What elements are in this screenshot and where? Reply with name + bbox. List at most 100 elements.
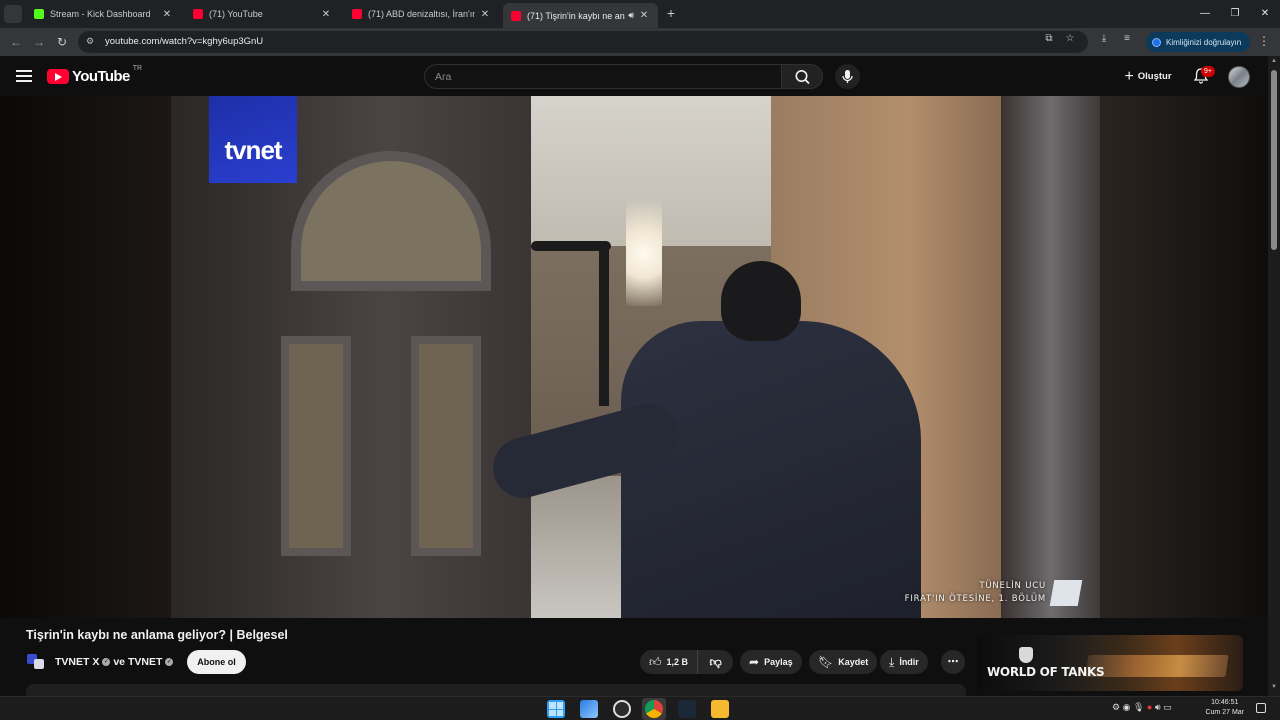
close-icon[interactable]: ✕: [161, 9, 173, 20]
chrome-icon[interactable]: [645, 700, 663, 718]
scene-person: [486, 261, 921, 618]
new-tab-button[interactable]: +: [663, 5, 679, 21]
windows-start-icon[interactable]: [547, 700, 565, 718]
install-app-icon[interactable]: ⧉: [1043, 33, 1055, 45]
youtube-wordmark: YouTube: [72, 68, 130, 85]
windows-taskbar: ⚙︎ ◉ 🎙︎ ● 🔊︎ ▭ 10:46:51 Cum 27 Mar: [0, 696, 1280, 720]
save-label: Kaydet: [838, 657, 869, 667]
microphone-icon: [842, 70, 853, 83]
site-info-icon[interactable]: ⚙︎: [86, 36, 98, 48]
kick-icon: [34, 9, 44, 19]
scrollbar-thumb[interactable]: [1271, 70, 1277, 250]
ambient-glow-right: [1100, 96, 1268, 618]
steam-icon[interactable]: [678, 700, 696, 718]
antivirus-tray-icon[interactable]: ◉: [1123, 702, 1131, 712]
kick-app-icon[interactable]: [711, 700, 729, 718]
minimize-icon[interactable]: —: [1190, 0, 1220, 28]
youtube-play-icon: [47, 69, 69, 84]
display-tray-icon[interactable]: ▭: [1163, 702, 1172, 712]
bookmark-icon: 🔖︎: [818, 655, 834, 669]
share-label: Paylaş: [764, 657, 793, 667]
url-text[interactable]: youtube.com/watch?v=kghy6up3GnU: [105, 36, 263, 47]
search-box: [424, 64, 782, 89]
speaker-tray-icon[interactable]: 🔊︎: [1155, 702, 1161, 712]
search-input[interactable]: [425, 65, 781, 88]
file-explorer-icon[interactable]: [580, 700, 598, 718]
tab-tisrin-video[interactable]: (71) Tişrin'in kaybı ne anlam 🔊︎ ✕: [503, 3, 658, 28]
tab-search-button[interactable]: [4, 5, 22, 23]
youtube-icon: [511, 10, 521, 21]
media-control-icon[interactable]: ≡: [1121, 33, 1133, 45]
dislike-button[interactable]: 👎︎: [698, 650, 733, 674]
scroll-up-icon[interactable]: ▲: [1270, 58, 1278, 64]
reload-icon[interactable]: ↻: [54, 34, 70, 50]
channel-avatar[interactable]: [26, 651, 46, 671]
tvnet-logo: tvnet: [209, 96, 297, 183]
subscribe-button[interactable]: Abone ol: [187, 650, 246, 674]
close-icon[interactable]: ✕: [638, 10, 650, 21]
bookmark-star-icon[interactable]: ☆: [1064, 33, 1076, 45]
browser-menu-icon[interactable]: ⋮: [1258, 34, 1270, 48]
steam-tray-icon[interactable]: ⚙︎: [1112, 702, 1120, 712]
profile-status-icon: [1152, 37, 1161, 47]
close-icon[interactable]: ✕: [479, 9, 491, 20]
tab-abd-video[interactable]: (71) ABD denizaltısı, İran'ın sava ✕: [344, 3, 499, 25]
create-button[interactable]: + Oluştur: [1116, 64, 1180, 89]
video-title: Tişrin'in kaybı ne anlama geliyor? | Bel…: [26, 628, 288, 642]
door-panel: [281, 336, 351, 556]
youtube-icon: [193, 9, 203, 19]
tab-kick-dashboard[interactable]: Stream - Kick Dashboard ✕: [26, 3, 181, 25]
back-arrow-icon[interactable]: ←: [8, 34, 24, 50]
program-badge-icon: [1049, 580, 1083, 606]
clock-date: Cum 27 Mar: [1205, 709, 1244, 716]
menu-icon[interactable]: [16, 68, 32, 84]
youtube-logo[interactable]: YouTube TR: [47, 65, 142, 85]
youtube-masthead: YouTube TR + Oluştur 9+: [0, 56, 1268, 96]
share-button[interactable]: ➦ Paylaş: [740, 650, 802, 674]
download-button[interactable]: ⤓ İndir: [880, 650, 928, 674]
voice-search-button[interactable]: [835, 64, 860, 89]
mic-tray-icon[interactable]: 🎙︎: [1133, 702, 1144, 712]
door-arch-window: [291, 151, 491, 291]
ad-artwork: [1085, 655, 1229, 677]
system-tray: ⚙︎ ◉ 🎙︎ ● 🔊︎ ▭: [1112, 702, 1172, 713]
taskbar-clock[interactable]: 10:46:51 Cum 27 Mar: [1205, 698, 1244, 718]
person-body: [621, 321, 921, 618]
channel-names[interactable]: TVNET X ✓ ve TVNET ✓: [55, 656, 176, 668]
verify-identity-button[interactable]: Kimliğinizi doğrulayın: [1146, 32, 1250, 52]
ad-banner[interactable]: WORLD OF TANKS: [977, 635, 1243, 691]
video-player[interactable]: tvnet TÜNELİN UCU FIRAT'IN ÖTESİNE, 1. B…: [0, 96, 1268, 618]
obs-icon[interactable]: [613, 700, 631, 718]
notification-center-icon[interactable]: [1256, 703, 1266, 713]
like-count: 1,2 B: [666, 657, 689, 667]
download-label: İndir: [899, 657, 919, 667]
close-icon[interactable]: ✕: [320, 9, 332, 20]
forward-arrow-icon[interactable]: →: [31, 34, 47, 50]
video-frame[interactable]: tvnet TÜNELİN UCU FIRAT'IN ÖTESİNE, 1. B…: [171, 96, 1100, 618]
page-scrollbar[interactable]: ▲ ▼: [1268, 56, 1280, 696]
address-bar[interactable]: ⚙︎ youtube.com/watch?v=kghy6up3GnU: [78, 31, 1088, 53]
mic-muted-tray-icon[interactable]: ●: [1147, 702, 1152, 712]
clock-time: 10:46:51: [1211, 699, 1239, 706]
speaker-icon[interactable]: 🔊︎: [628, 10, 634, 21]
verified-badge-icon: ✓: [165, 658, 174, 667]
downloads-icon[interactable]: ⤓: [1098, 33, 1110, 45]
description-box[interactable]: [26, 684, 966, 696]
tab-youtube-home[interactable]: (71) YouTube ✕: [185, 3, 340, 25]
like-button[interactable]: 👍︎ 1,2 B: [640, 650, 699, 674]
like-dislike-group: 👍︎ 1,2 B 👎︎: [640, 650, 733, 674]
ambient-glow-left: [0, 96, 171, 618]
channel-name-2[interactable]: TVNET: [128, 656, 162, 668]
search-button[interactable]: [781, 64, 823, 89]
thumbs-up-icon: 👍︎: [649, 654, 662, 669]
more-actions-button[interactable]: ⋯: [941, 650, 965, 674]
world-of-tanks-emblem-icon: [1019, 647, 1033, 663]
channel-name-1[interactable]: TVNET X: [55, 656, 99, 668]
save-button[interactable]: 🔖︎ Kaydet: [809, 650, 878, 674]
restore-icon[interactable]: ❐: [1220, 0, 1250, 28]
account-avatar[interactable]: [1228, 66, 1250, 88]
scroll-down-icon[interactable]: ▼: [1270, 684, 1278, 690]
plus-icon: +: [1124, 67, 1134, 85]
close-window-icon[interactable]: ✕: [1250, 0, 1280, 28]
door-panel: [411, 336, 481, 556]
